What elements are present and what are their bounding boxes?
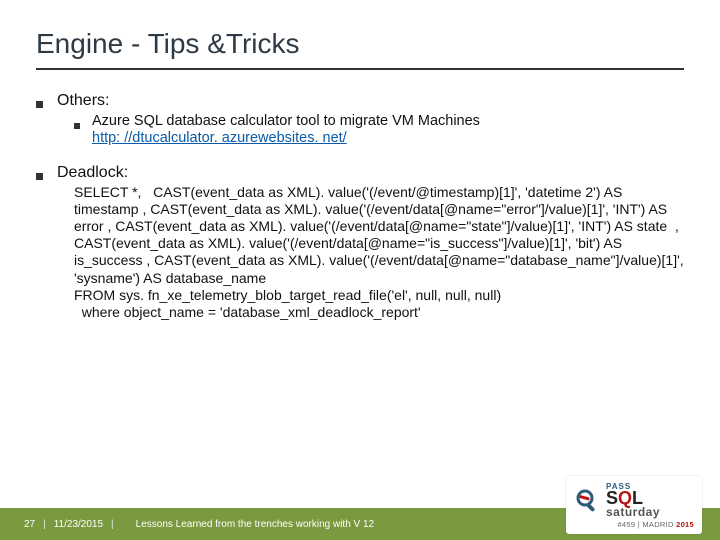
heading-others: Others: — [57, 92, 109, 110]
bullet-others-item: Azure SQL database calculator tool to mi… — [74, 112, 684, 130]
bullet-others: Others: — [36, 92, 684, 110]
section-deadlock: Deadlock: SELECT *, CAST(event_data as X… — [36, 164, 684, 321]
sql-saturday-logo: PASS SQL saturday #459 | MADRID 2015 — [566, 476, 702, 534]
deadlock-sql-code: SELECT *, CAST(event_data as XML). value… — [74, 184, 684, 321]
footer-date: 11/23/2015 — [54, 519, 103, 530]
logo-event: #459 | MADRID 2015 — [574, 520, 694, 529]
logo-saturday: saturday — [606, 507, 660, 518]
logo-text: PASS SQL saturday — [606, 483, 660, 518]
bullet-deadlock: Deadlock: — [36, 164, 684, 182]
logo-row: PASS SQL saturday — [574, 483, 694, 518]
footer-separator: | — [43, 519, 46, 530]
magnifier-icon — [574, 487, 600, 513]
bullet-icon — [74, 123, 80, 129]
bullet-icon — [36, 101, 43, 108]
footer-separator: | — [111, 519, 114, 530]
dtu-calculator-link[interactable]: http: //dtucalculator. azurewebsites. ne… — [92, 130, 347, 146]
heading-deadlock: Deadlock: — [57, 164, 128, 182]
section-others: Others: Azure SQL database calculator to… — [36, 92, 684, 146]
others-link-row: http: //dtucalculator. azurewebsites. ne… — [92, 130, 684, 146]
page-title: Engine - Tips &Tricks — [36, 28, 684, 70]
footer: 27 | 11/23/2015 | Lessons Learned from t… — [0, 496, 720, 540]
bullet-icon — [36, 173, 43, 180]
footer-page: 27 — [24, 519, 35, 530]
others-item-text: Azure SQL database calculator tool to mi… — [92, 112, 684, 130]
footer-title: Lessons Learned from the trenches workin… — [136, 519, 374, 530]
slide: Engine - Tips &Tricks Others: Azure SQL … — [0, 0, 720, 540]
